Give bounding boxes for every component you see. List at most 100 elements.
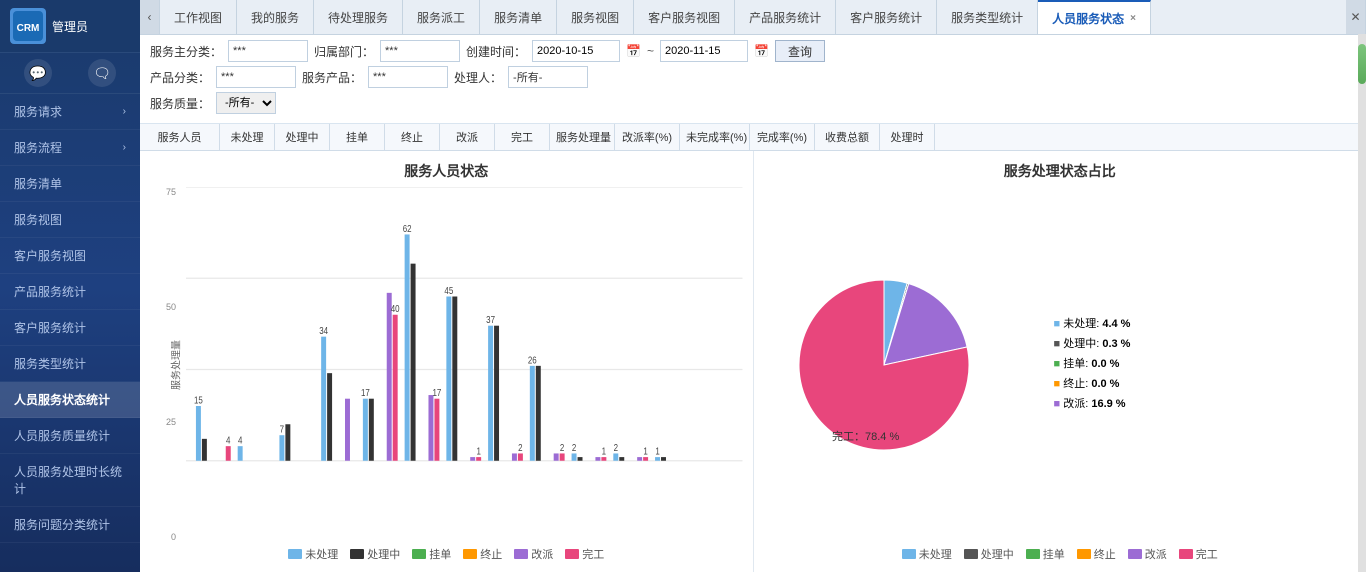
pie-legend-item: 改派 [1128, 546, 1167, 562]
legend-color [350, 549, 364, 559]
tab-item[interactable]: 服务视图 [557, 0, 634, 34]
bar [202, 439, 207, 461]
legend-color [1077, 549, 1091, 559]
calendar-to-icon[interactable]: 📅 [754, 44, 769, 58]
bar [572, 453, 577, 460]
bar [434, 399, 439, 461]
dept-input[interactable] [380, 40, 460, 62]
tab-item[interactable]: 服务清单 [480, 0, 557, 34]
svg-text:4: 4 [238, 435, 242, 446]
pie-label-item: ■ 改派: 16.9 % [1054, 395, 1131, 411]
bar [554, 453, 559, 460]
bar [560, 453, 565, 460]
svg-text:CRM: CRM [17, 23, 40, 34]
tab-item[interactable]: 待处理服务 [314, 0, 403, 34]
date-from-input[interactable] [532, 40, 620, 62]
service-product-input[interactable] [368, 66, 448, 88]
svg-text:37: 37 [486, 314, 495, 325]
legend-color [463, 549, 477, 559]
calendar-from-icon[interactable]: 📅 [626, 44, 641, 58]
tab-item[interactable]: 客户服务视图 [634, 0, 735, 34]
pie-chart-legend: 未处理处理中挂单终止改派完工 [764, 546, 1357, 562]
sidebar-item[interactable]: 服务清单 [0, 166, 140, 202]
bar [369, 399, 374, 461]
tab-close-all-btn[interactable]: ✕ [1346, 0, 1366, 34]
bar [393, 315, 398, 461]
sidebar-item[interactable]: 人员服务状态统计 [0, 382, 140, 418]
svg-text:1: 1 [643, 446, 647, 457]
legend-color [1128, 549, 1142, 559]
bar-chart-section: 服务人员状态 服务处理量 75 50 25 0 [140, 151, 754, 572]
product-cat-input[interactable] [216, 66, 296, 88]
bar [387, 293, 392, 461]
table-header-cell: 完成率(%) [750, 124, 815, 150]
bar [488, 326, 493, 461]
pie-legend-item: 未处理 [902, 546, 952, 562]
legend-color [514, 549, 528, 559]
pie-label-item: ■ 处理中: 0.3 % [1054, 335, 1131, 351]
pie-chart-section: 服务处理状态占比 完工：78.4 % ■ 未处理: 4.4 %■ 处理中: 0.… [754, 151, 1366, 572]
bar [613, 453, 618, 460]
tab-item[interactable]: 服务类型统计 [937, 0, 1038, 34]
handler-input[interactable] [508, 66, 588, 88]
sidebar-item[interactable]: 客户服务统计 [0, 310, 140, 346]
tab-item[interactable]: 人员服务状态× [1038, 0, 1151, 34]
legend-color [288, 549, 302, 559]
legend-color [565, 549, 579, 559]
service-quality-select[interactable]: -所有- [216, 92, 276, 114]
pie-chart-svg: 完工：78.4 % [764, 265, 1044, 465]
tab-item[interactable]: 工作视图 [160, 0, 237, 34]
svg-text:45: 45 [444, 285, 453, 296]
bar-chart-legend: 未处理处理中挂单终止改派完工 [150, 546, 743, 562]
tab-item[interactable]: 我的服务 [237, 0, 314, 34]
legend-item: 处理中 [350, 546, 400, 562]
sidebar-item[interactable]: 客户服务视图 [0, 238, 140, 274]
sidebar-item[interactable]: 服务问题分类统计 [0, 507, 140, 543]
service-main-cat-input[interactable] [228, 40, 308, 62]
product-cat-label: 产品分类： [150, 69, 210, 86]
tab-item[interactable]: 产品服务统计 [735, 0, 836, 34]
sidebar-item[interactable]: 服务流程› [0, 130, 140, 166]
table-header-cell: 改派率(%) [615, 124, 680, 150]
tab-close-btn[interactable]: × [1130, 13, 1136, 24]
svg-text:2: 2 [572, 442, 576, 453]
pie-labels: ■ 未处理: 4.4 %■ 处理中: 0.3 %■ 挂单: 0.0 %■ 终止:… [1054, 315, 1131, 415]
svg-text:2: 2 [518, 442, 522, 453]
bar [327, 373, 332, 461]
bar [595, 457, 600, 461]
sidebar-item[interactable]: 人员服务质量统计 [0, 418, 140, 454]
sidebar-item[interactable]: 产品服务统计 [0, 274, 140, 310]
table-header-cell: 未完成率(%) [680, 124, 750, 150]
pie-chart-title: 服务处理状态占比 [764, 161, 1357, 181]
table-header-cell: 终止 [385, 124, 440, 150]
tab-item[interactable]: 客户服务统计 [836, 0, 937, 34]
app-logo: CRM [10, 8, 46, 44]
charts-area: 服务人员状态 服务处理量 75 50 25 0 [140, 151, 1366, 572]
bar [643, 457, 648, 461]
chat-icon[interactable]: 🗨 [88, 59, 116, 87]
tab-item[interactable]: 服务派工 [403, 0, 480, 34]
create-time-label: 创建时间： [466, 43, 526, 60]
query-button[interactable]: 查询 [775, 40, 825, 62]
sidebar-item[interactable]: 服务请求› [0, 94, 140, 130]
tab-prev-btn[interactable]: ‹ [140, 0, 160, 34]
bar [345, 399, 350, 461]
message-icon[interactable]: 💬 [24, 59, 52, 87]
legend-color [964, 549, 978, 559]
tab-container: 工作视图我的服务待处理服务服务派工服务清单服务视图客户服务视图产品服务统计客户服… [160, 0, 1346, 34]
svg-text:17: 17 [433, 387, 442, 398]
sidebar-item[interactable]: 服务视图 [0, 202, 140, 238]
sidebar-item[interactable]: 服务类型统计 [0, 346, 140, 382]
sidebar-icon-bar: 💬 🗨 [0, 53, 140, 94]
vertical-scrollbar[interactable] [1358, 34, 1366, 572]
table-header-cell: 完工 [495, 124, 550, 150]
pie-legend-item: 完工 [1179, 546, 1218, 562]
username: 管理员 [52, 18, 88, 35]
date-to-input[interactable] [660, 40, 748, 62]
svg-text:15: 15 [194, 395, 203, 406]
bar [279, 435, 284, 461]
table-header-cell: 服务处理量 [550, 124, 615, 150]
table-header-cell: 处理时 [880, 124, 935, 150]
sidebar-item[interactable]: 人员服务处理时长统计 [0, 454, 140, 507]
service-quality-label: 服务质量： [150, 95, 210, 112]
